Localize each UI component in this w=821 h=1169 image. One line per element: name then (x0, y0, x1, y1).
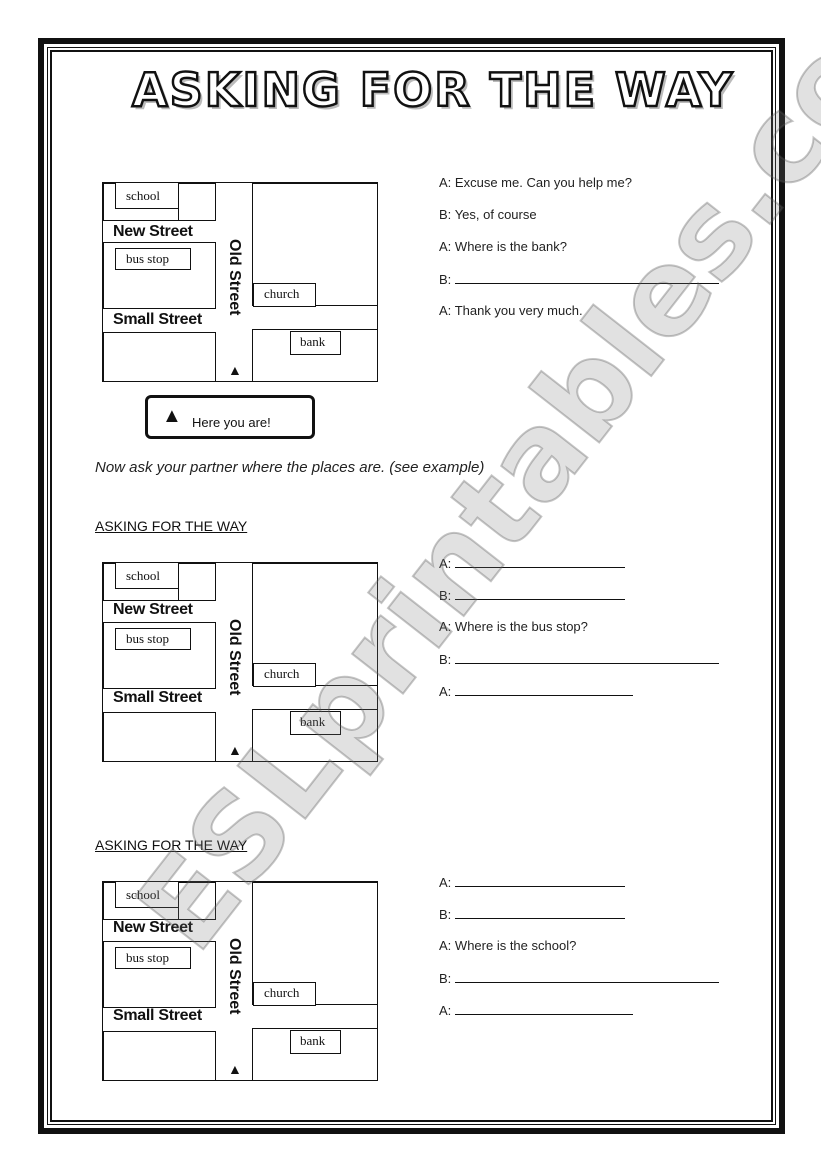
school-label: school (115, 563, 179, 589)
you-are-here-marker: ▲ (228, 362, 242, 378)
dialog-line-5: A: (439, 1002, 634, 1018)
church-label: church (253, 982, 316, 1006)
dialog-line-1: A: (439, 874, 626, 890)
answer-blank[interactable] (455, 683, 634, 696)
dialog-line-3: A: Where is the bus stop? (439, 619, 588, 634)
answer-blank[interactable] (455, 271, 720, 284)
old-street-label: Old Street (226, 938, 243, 1015)
church-label: church (253, 283, 316, 307)
block-bottom-left (103, 712, 216, 762)
exercise-1-heading: ASKING FOR THE WAY (95, 518, 248, 534)
answer-blank[interactable] (455, 555, 626, 568)
dialog-line-2: B: (439, 906, 626, 922)
answer-blank[interactable] (455, 651, 720, 664)
dialog-line-3: A: Where is the bank? (439, 239, 567, 254)
street-map-exercise-2: school New Street bus stop Small Street … (102, 881, 378, 1081)
answer-blank[interactable] (455, 906, 626, 919)
dialog-line-4: B: (439, 651, 720, 667)
small-street-label: Small Street (113, 1007, 202, 1024)
old-street-label: Old Street (226, 619, 243, 696)
dialog-line-4: B: (439, 970, 720, 986)
bus-stop-label: bus stop (115, 628, 191, 650)
you-are-here-marker: ▲ (228, 1061, 242, 1077)
church-label: church (253, 663, 316, 687)
dialog-line-1: A: Excuse me. Can you help me? (439, 175, 632, 190)
answer-blank[interactable] (455, 874, 626, 887)
bank-label: bank (290, 711, 341, 735)
bank-label: bank (290, 1030, 341, 1054)
you-are-here-marker: ▲ (228, 742, 242, 758)
block-small (178, 183, 216, 221)
triangle-marker-icon: ▲ (162, 405, 182, 427)
legend-text: Here you are! (192, 415, 271, 430)
answer-blank[interactable] (455, 970, 720, 983)
street-map-example: school New Street bus stop Small Street … (102, 182, 378, 382)
block-small (178, 563, 216, 601)
school-label: school (115, 183, 179, 209)
bus-stop-label: bus stop (115, 248, 191, 270)
dialog-line-5: A: Thank you very much. (439, 303, 583, 318)
dialog-line-1: A: (439, 555, 626, 571)
small-street-label: Small Street (113, 311, 202, 328)
bank-label: bank (290, 331, 341, 355)
new-street-label: New Street (113, 919, 193, 936)
school-label: school (115, 882, 179, 908)
old-street-label: Old Street (226, 239, 243, 316)
bus-stop-label: bus stop (115, 947, 191, 969)
legend-here-you-are: ▲ Here you are! (145, 395, 315, 439)
small-street-label: Small Street (113, 689, 202, 706)
dialog-line-3: A: Where is the school? (439, 938, 577, 953)
exercise-2-heading: ASKING FOR THE WAY (95, 837, 248, 853)
block-bottom-left (103, 332, 216, 382)
block-small (178, 882, 216, 920)
dialog-line-5: A: (439, 683, 634, 699)
dialog-line-4: B: (439, 271, 720, 287)
dialog-line-2: B: Yes, of course (439, 207, 537, 222)
dialog-line-2: B: (439, 587, 626, 603)
new-street-label: New Street (113, 601, 193, 618)
new-street-label: New Street (113, 223, 193, 240)
answer-blank[interactable] (455, 1002, 634, 1015)
answer-blank[interactable] (455, 587, 626, 600)
instruction-text: Now ask your partner where the places ar… (95, 459, 485, 476)
block-bottom-left (103, 1031, 216, 1081)
street-map-exercise-1: school New Street bus stop Small Street … (102, 562, 378, 762)
worksheet-title: ASKING FOR THE WAY (131, 62, 735, 119)
